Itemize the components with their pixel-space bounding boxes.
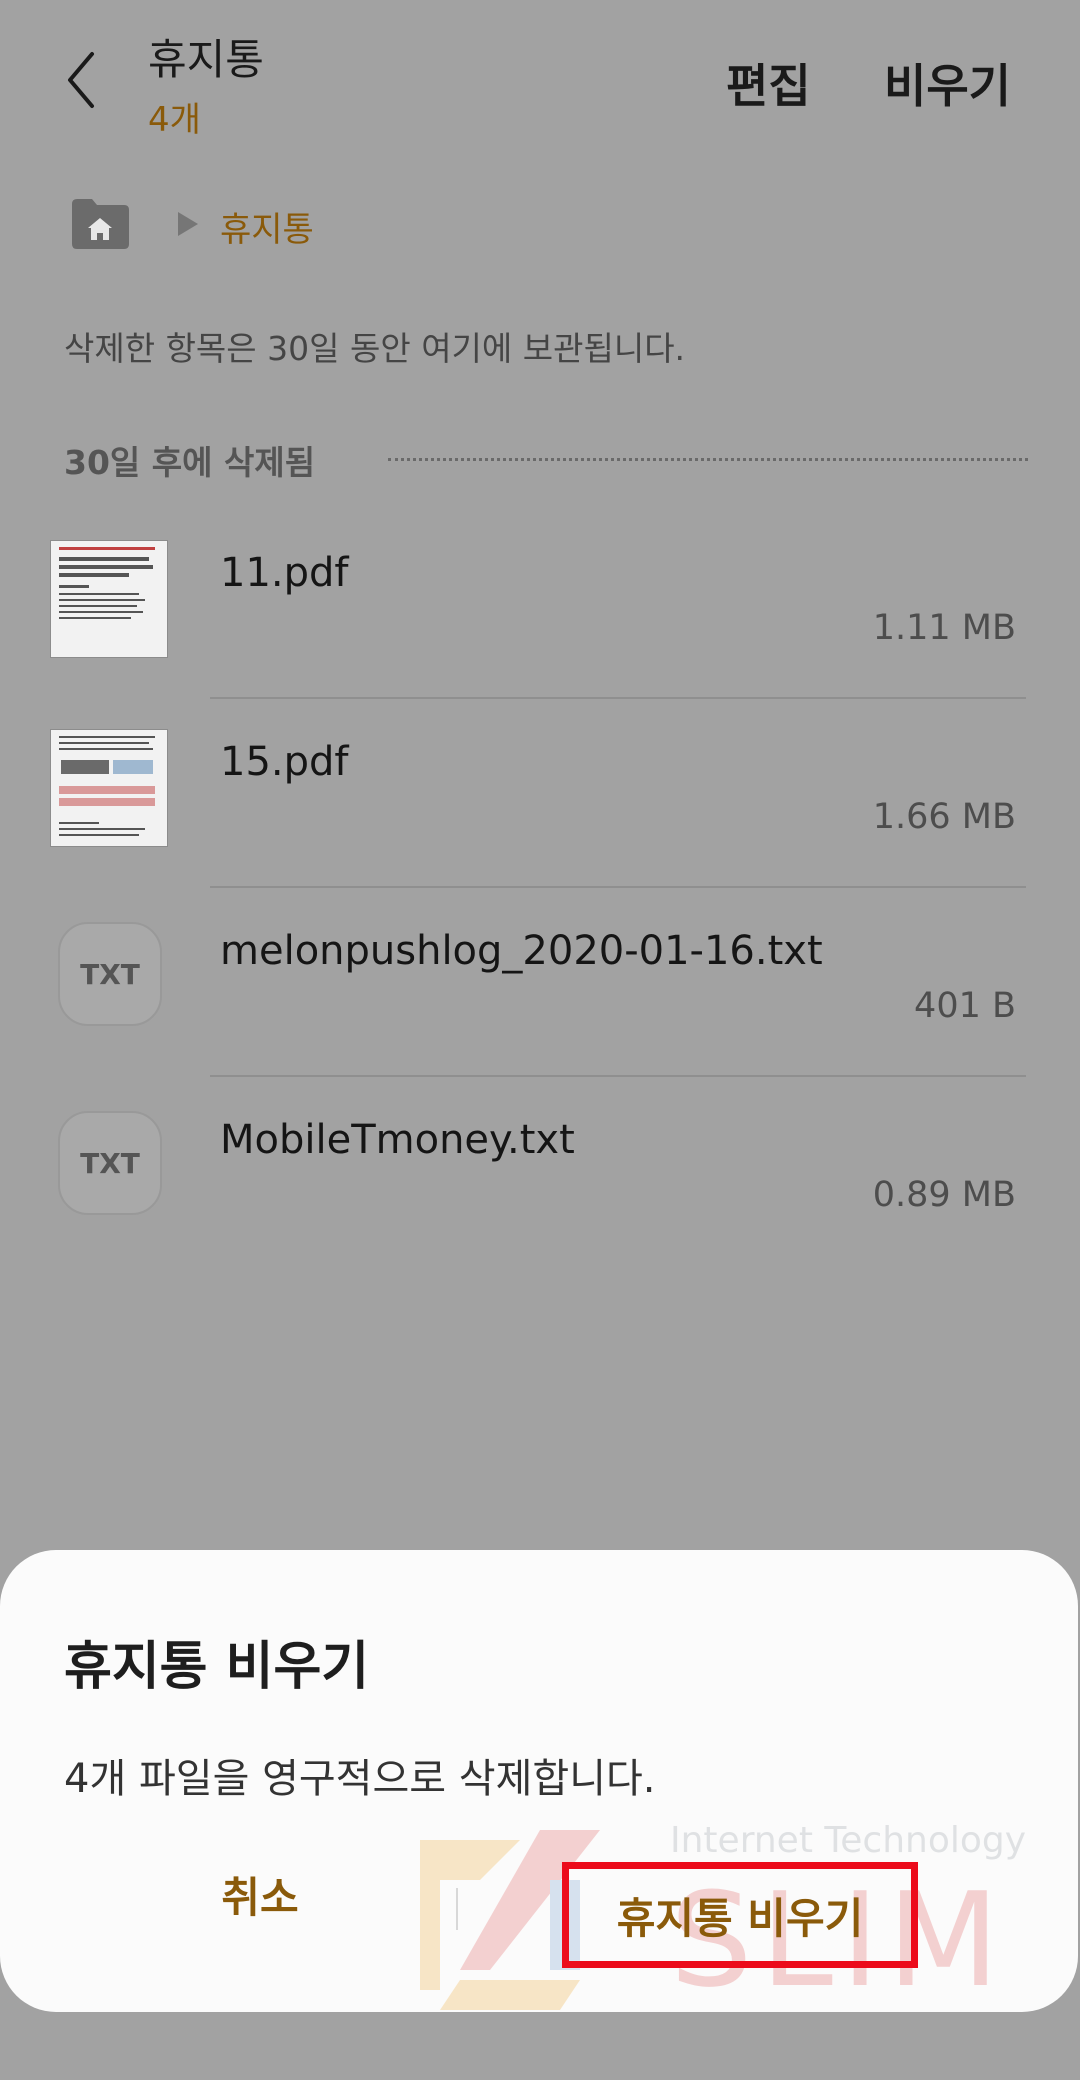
list-item[interactable]: 15.pdf 1.66 MB <box>0 699 1080 888</box>
item-count: 4개 <box>148 100 201 140</box>
app-header: 휴지통 4개 편집 비우기 <box>0 0 1080 160</box>
dialog-message: 4개 파일을 영구적으로 삭제합니다. <box>64 1756 656 1802</box>
list-item[interactable]: TXT MobileTmoney.txt 0.89 MB <box>0 1077 1080 1266</box>
txt-file-icon: TXT <box>58 922 162 1026</box>
file-name: MobileTmoney.txt <box>220 1117 575 1163</box>
section-divider <box>388 458 1028 461</box>
file-name: 11.pdf <box>220 550 349 596</box>
confirm-empty-trash-button[interactable]: 휴지통 비우기 <box>562 1862 918 1968</box>
button-divider <box>456 1888 458 1930</box>
retention-info: 삭제한 항목은 30일 동안 여기에 보관됩니다. <box>64 329 686 368</box>
file-name: melonpushlog_2020-01-16.txt <box>220 928 823 974</box>
chevron-right-icon <box>176 210 200 238</box>
list-item[interactable]: TXT melonpushlog_2020-01-16.txt 401 B <box>0 888 1080 1077</box>
cancel-button[interactable]: 취소 <box>120 1846 400 1942</box>
pdf-thumbnail <box>50 540 168 658</box>
file-name: 15.pdf <box>220 739 349 785</box>
breadcrumb-current[interactable]: 휴지통 <box>220 202 314 251</box>
chevron-left-icon <box>68 52 94 108</box>
file-size: 1.66 MB <box>872 797 1016 837</box>
pdf-thumbnail <box>50 729 168 847</box>
empty-trash-dialog: Internet Technology SLIM 휴지통 비우기 4개 파일을 … <box>0 1550 1078 2012</box>
page-title: 휴지통 <box>148 35 264 84</box>
watermark-subtitle: Internet Technology <box>670 1820 1027 1861</box>
file-size: 0.89 MB <box>872 1175 1016 1215</box>
breadcrumb: 휴지통 <box>68 196 668 252</box>
section-header: 30일 후에 삭제됨 <box>64 436 1028 482</box>
navigation-bar-area <box>0 2012 1080 2080</box>
home-icon[interactable] <box>68 196 132 250</box>
list-item[interactable]: 11.pdf 1.11 MB <box>0 510 1080 699</box>
section-title: 30일 후에 삭제됨 <box>64 443 316 482</box>
file-size: 1.11 MB <box>872 608 1016 648</box>
empty-trash-button[interactable]: 비우기 <box>884 50 1011 116</box>
dialog-title: 휴지통 비우기 <box>64 1637 370 1697</box>
file-size: 401 B <box>914 986 1016 1026</box>
back-button[interactable] <box>50 40 120 120</box>
txt-file-icon: TXT <box>58 1111 162 1215</box>
edit-button[interactable]: 편집 <box>726 50 811 116</box>
